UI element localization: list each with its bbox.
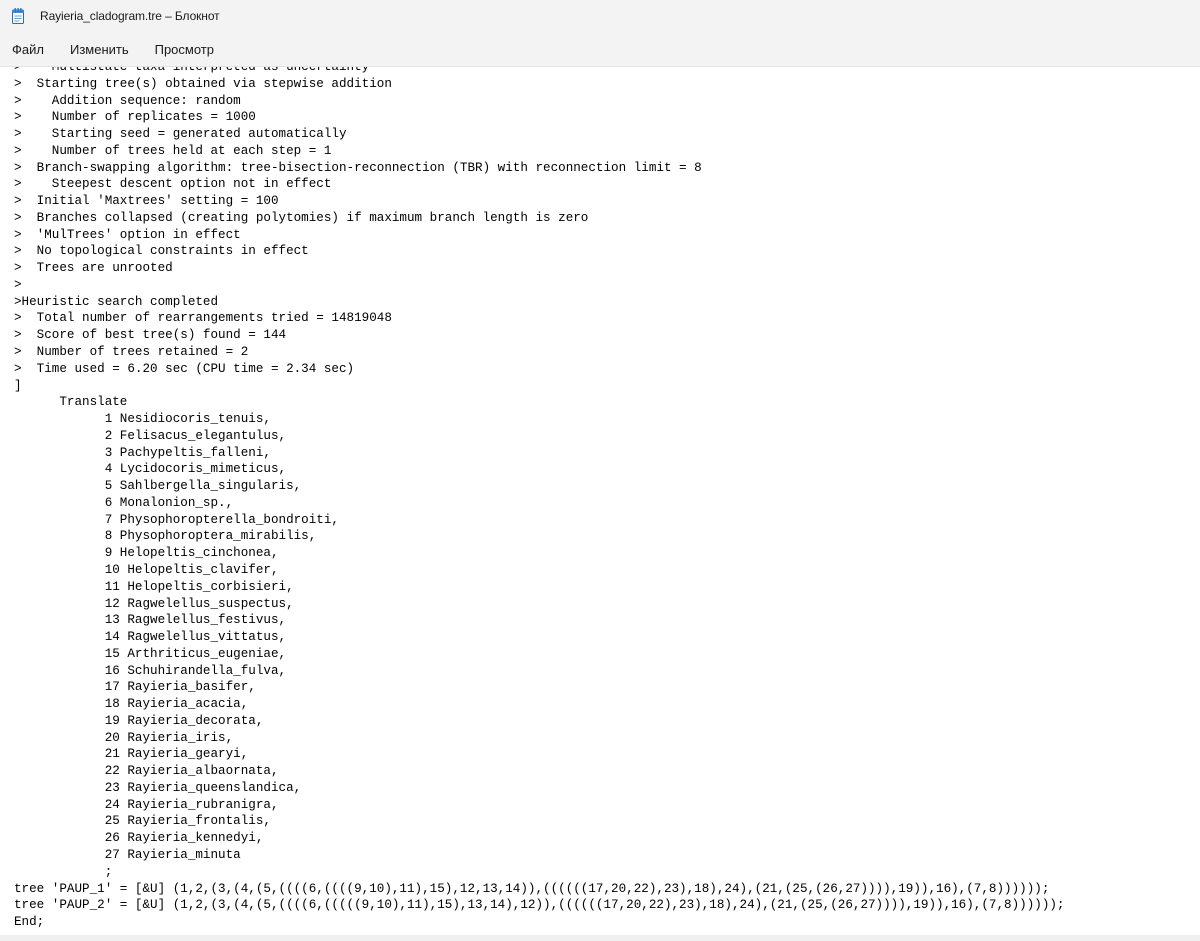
- editor-line: > Branches collapsed (creating polytomie…: [14, 210, 589, 225]
- editor-line: 4 Lycidocoris_mimeticus,: [14, 462, 287, 477]
- editor-line: 26 Rayieria_kennedyi,: [14, 831, 264, 846]
- menu-file[interactable]: Файл: [12, 38, 44, 61]
- editor-line: 2 Felisacus_elegantulus,: [14, 428, 287, 443]
- menu-view[interactable]: Просмотр: [155, 38, 214, 61]
- editor-line: 8 Physophoroptera_mirabilis,: [14, 529, 317, 544]
- editor-line: 19 Rayieria_decorata,: [14, 713, 264, 728]
- editor-line: 17 Rayieria_basifer,: [14, 680, 256, 695]
- editor-line: 23 Rayieria_queenslandica,: [14, 780, 302, 795]
- editor-line: 27 Rayieria_minuta: [14, 847, 241, 862]
- editor-line: > Number of replicates = 1000: [14, 110, 256, 125]
- text-editor-area[interactable]: > Multistate taxa interpreted as uncerta…: [0, 67, 1200, 935]
- editor-line: 25 Rayieria_frontalis,: [14, 814, 271, 829]
- horizontal-scrollbar[interactable]: [0, 935, 1200, 941]
- editor-line: 24 Rayieria_rubranigra,: [14, 797, 279, 812]
- editor-line: 14 Ragwelellus_vittatus,: [14, 630, 287, 645]
- editor-line: > Trees are unrooted: [14, 261, 173, 276]
- editor-line: 13 Ragwelellus_festivus,: [14, 613, 287, 628]
- editor-line: > Steepest descent option not in effect: [14, 177, 332, 192]
- editor-line: > Number of trees retained = 2: [14, 345, 249, 360]
- editor-line: 21 Rayieria_gearyi,: [14, 747, 249, 762]
- editor-line: 15 Arthriticus_eugeniae,: [14, 646, 287, 661]
- menu-bar: Файл Изменить Просмотр: [0, 32, 1200, 67]
- editor-line: Translate: [14, 395, 128, 410]
- editor-line: 5 Sahlbergella_singularis,: [14, 479, 302, 494]
- title-bar[interactable]: Rayieria_cladogram.tre – Блокнот: [0, 0, 1200, 32]
- editor-line: End;: [14, 915, 45, 930]
- editor-line: >: [14, 277, 22, 292]
- notepad-window: Rayieria_cladogram.tre – Блокнот Файл Из…: [0, 0, 1200, 941]
- editor-line: > Initial 'Maxtrees' setting = 100: [14, 194, 279, 209]
- editor-line: >Heuristic search completed: [14, 294, 219, 309]
- editor-line: > Branch-swapping algorithm: tree-bisect…: [14, 160, 702, 175]
- editor-line: 22 Rayieria_albaornata,: [14, 764, 279, 779]
- editor-line: > Addition sequence: random: [14, 93, 241, 108]
- editor-line: 12 Ragwelellus_suspectus,: [14, 596, 294, 611]
- editor-line: > No topological constraints in effect: [14, 244, 309, 259]
- editor-text: > Multistate taxa interpreted as uncerta…: [14, 67, 1065, 931]
- editor-line: > Multistate taxa interpreted as uncerta…: [14, 67, 370, 74]
- editor-line: > Starting tree(s) obtained via stepwise…: [14, 76, 392, 91]
- editor-line: 9 Helopeltis_cinchonea,: [14, 546, 279, 561]
- window-title: Rayieria_cladogram.tre – Блокнот: [40, 9, 220, 23]
- editor-line: > Total number of rearrangements tried =…: [14, 311, 392, 326]
- editor-line: 6 Monalonion_sp.,: [14, 495, 234, 510]
- editor-line: ]: [14, 378, 22, 393]
- editor-line: > Score of best tree(s) found = 144: [14, 328, 287, 343]
- editor-line: 10 Helopeltis_clavifer,: [14, 562, 279, 577]
- editor-line: 1 Nesidiocoris_tenuis,: [14, 412, 271, 427]
- editor-line: 18 Rayieria_acacia,: [14, 697, 249, 712]
- notepad-icon: [12, 8, 24, 24]
- editor-line: ;: [14, 864, 113, 879]
- editor-line: tree 'PAUP_2' = [&U] (1,2,(3,(4,(5,((((6…: [14, 898, 1065, 913]
- editor-line: tree 'PAUP_1' = [&U] (1,2,(3,(4,(5,((((6…: [14, 881, 1050, 896]
- editor-line: > Number of trees held at each step = 1: [14, 143, 332, 158]
- editor-line: > 'MulTrees' option in effect: [14, 227, 241, 242]
- editor-line: 16 Schuhirandella_fulva,: [14, 663, 287, 678]
- editor-line: > Time used = 6.20 sec (CPU time = 2.34 …: [14, 361, 355, 376]
- editor-line: 11 Helopeltis_corbisieri,: [14, 579, 294, 594]
- editor-line: 7 Physophoropterella_bondroiti,: [14, 512, 339, 527]
- editor-line: 3 Pachypeltis_falleni,: [14, 445, 271, 460]
- menu-edit[interactable]: Изменить: [70, 38, 129, 61]
- editor-line: 20 Rayieria_iris,: [14, 730, 234, 745]
- editor-line: > Starting seed = generated automaticall…: [14, 127, 347, 142]
